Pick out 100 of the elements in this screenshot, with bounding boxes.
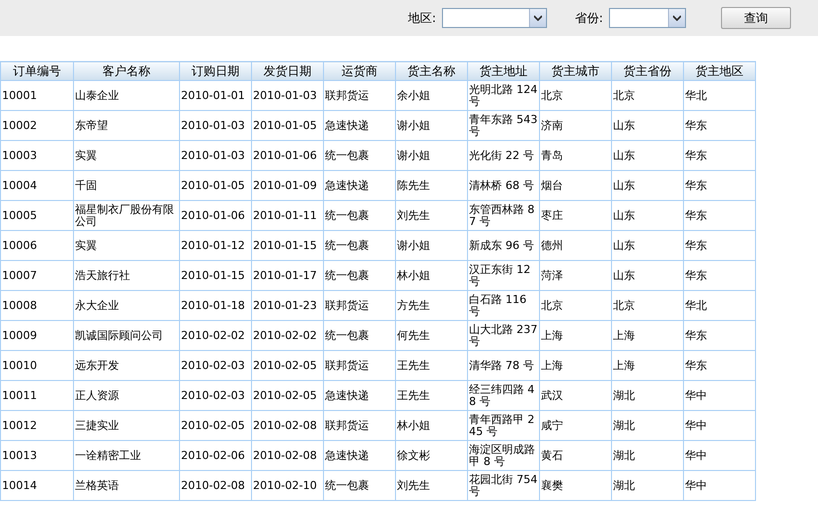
table-cell: 咸宁: [540, 410, 612, 440]
table-cell: 浩天旅行社: [74, 260, 180, 290]
table-cell: 2010-01-12: [180, 230, 252, 260]
table-cell: 余小姐: [396, 80, 468, 110]
column-header[interactable]: 客户名称: [74, 62, 180, 80]
table-cell: 山东: [612, 200, 684, 230]
search-button[interactable]: 查询: [721, 7, 792, 29]
table-cell: 东帝望: [74, 110, 180, 140]
column-header[interactable]: 货主城市: [540, 62, 612, 80]
table-cell: 福星制衣厂股份有限公司: [74, 200, 180, 230]
table-cell: 谢小姐: [396, 230, 468, 260]
table-cell: 湖北: [612, 440, 684, 470]
table-cell: 2010-02-05: [252, 380, 324, 410]
table-cell: 2010-01-09: [252, 170, 324, 200]
table-cell: 10012: [0, 410, 74, 440]
column-header[interactable]: 货主地区: [684, 62, 756, 80]
table-cell: 联邦货运: [324, 350, 396, 380]
table-cell: 谢小姐: [396, 110, 468, 140]
table-cell: 北京: [612, 290, 684, 320]
table-cell: 2010-02-05: [180, 410, 252, 440]
table-cell: 德州: [540, 230, 612, 260]
column-header[interactable]: 货主地址: [468, 62, 540, 80]
column-header[interactable]: 货主名称: [396, 62, 468, 80]
table-cell: 徐文彬: [396, 440, 468, 470]
table-cell: 统一包裹: [324, 470, 396, 500]
table-cell: 统一包裹: [324, 260, 396, 290]
table-cell: 上海: [612, 350, 684, 380]
table-cell: 清林桥 68 号: [468, 170, 540, 200]
table-cell: 青年东路 543 号: [468, 110, 540, 140]
table-cell: 10001: [0, 80, 74, 110]
table-cell: 2010-01-23: [252, 290, 324, 320]
table-cell: 2010-01-17: [252, 260, 324, 290]
table-cell: 光化街 22 号: [468, 140, 540, 170]
table-cell: 方先生: [396, 290, 468, 320]
table-cell: 华中: [684, 380, 756, 410]
table-cell: 菏泽: [540, 260, 612, 290]
table-cell: 山泰企业: [74, 80, 180, 110]
table-cell: 华中: [684, 470, 756, 500]
table-cell: 实翼: [74, 140, 180, 170]
table-cell: 黄石: [540, 440, 612, 470]
table-cell: 华东: [684, 230, 756, 260]
table-cell: 刘先生: [396, 470, 468, 500]
table-cell: 山东: [612, 140, 684, 170]
table-cell: 2010-01-03: [180, 140, 252, 170]
table-cell: 清华路 78 号: [468, 350, 540, 380]
table-cell: 10008: [0, 290, 74, 320]
table-cell: 湖北: [612, 380, 684, 410]
column-header[interactable]: 货主省份: [612, 62, 684, 80]
column-header[interactable]: 发货日期: [252, 62, 324, 80]
table-cell: 山东: [612, 170, 684, 200]
table-cell: 上海: [612, 320, 684, 350]
column-header[interactable]: 订购日期: [180, 62, 252, 80]
province-select[interactable]: [609, 8, 686, 28]
region-select[interactable]: [442, 8, 548, 28]
table-cell: 华东: [684, 320, 756, 350]
table-cell: 10011: [0, 380, 74, 410]
table-cell: 华中: [684, 410, 756, 440]
table-cell: 青年西路甲 245 号: [468, 410, 540, 440]
table-cell: 湖北: [612, 470, 684, 500]
table-cell: 2010-01-06: [252, 140, 324, 170]
table-cell: 急速快递: [324, 170, 396, 200]
table-cell: 新成东 96 号: [468, 230, 540, 260]
table-cell: 山东: [612, 260, 684, 290]
table-cell: 青岛: [540, 140, 612, 170]
table-cell: 联邦货运: [324, 410, 396, 440]
table-cell: 2010-02-08: [252, 440, 324, 470]
table-cell: 华东: [684, 140, 756, 170]
table-cell: 统一包裹: [324, 140, 396, 170]
table-cell: 林小姐: [396, 260, 468, 290]
table-cell: 华东: [684, 170, 756, 200]
table-cell: 2010-01-11: [252, 200, 324, 230]
table-cell: 2010-02-08: [252, 410, 324, 440]
table-cell: 10005: [0, 200, 74, 230]
table-cell: 北京: [540, 80, 612, 110]
table-cell: 2010-02-06: [180, 440, 252, 470]
table-cell: 华东: [684, 200, 756, 230]
table-cell: 急速快递: [324, 380, 396, 410]
table-cell: 华东: [684, 350, 756, 380]
table-cell: 王先生: [396, 380, 468, 410]
table-cell: 10006: [0, 230, 74, 260]
table-cell: 烟台: [540, 170, 612, 200]
table-cell: 2010-02-03: [180, 350, 252, 380]
table-cell: 凯诚国际顾问公司: [74, 320, 180, 350]
table-cell: 华北: [684, 290, 756, 320]
column-header[interactable]: 订单编号: [0, 62, 74, 80]
table-cell: 陈先生: [396, 170, 468, 200]
table-cell: 10014: [0, 470, 74, 500]
table-cell: 统一包裹: [324, 320, 396, 350]
table-cell: 2010-01-05: [180, 170, 252, 200]
table-cell: 2010-01-05: [252, 110, 324, 140]
table-cell: 一诠精密工业: [74, 440, 180, 470]
table-cell: 2010-01-03: [252, 80, 324, 110]
table-cell: 上海: [540, 320, 612, 350]
table-cell: 枣庄: [540, 200, 612, 230]
table-cell: 统一包裹: [324, 230, 396, 260]
table-cell: 林小姐: [396, 410, 468, 440]
table-cell: 北京: [540, 290, 612, 320]
province-label: 省份:: [575, 10, 604, 26]
table-cell: 10003: [0, 140, 74, 170]
column-header[interactable]: 运货商: [324, 62, 396, 80]
